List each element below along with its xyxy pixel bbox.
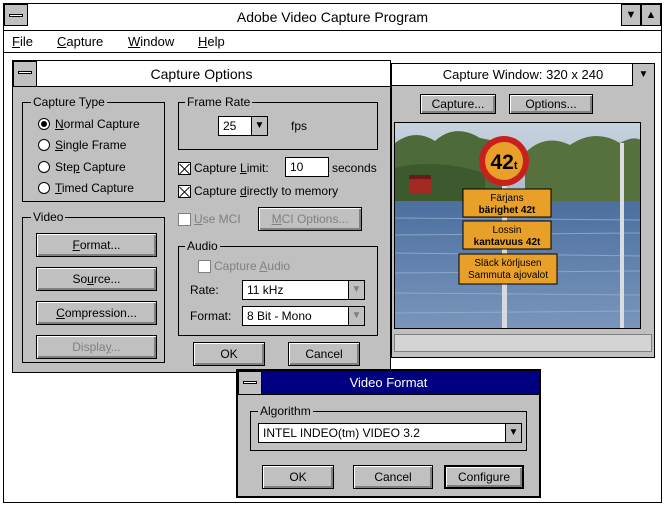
capture-button[interactable]: Capture... (420, 94, 496, 114)
capture-audio-checkbox[interactable] (198, 260, 211, 273)
compression-button[interactable]: Compression... (36, 301, 157, 325)
step-capture-radio[interactable] (38, 161, 50, 173)
single-frame-radio[interactable] (38, 139, 50, 151)
configure-button[interactable]: Configure (444, 465, 524, 489)
sign-plate-1-line-2: bärighet 42t (479, 205, 536, 216)
video-format-system-menu[interactable] (238, 371, 262, 395)
frame-rate-dropdown-icon[interactable]: ▼ (251, 117, 267, 135)
main-titlebar: Adobe Video Capture Program ▼ ▲ (3, 3, 662, 31)
maximize-button[interactable]: ▲ (641, 4, 661, 26)
use-mci-checkbox[interactable] (178, 213, 191, 226)
capture-audio-label[interactable]: Capture Audio (214, 258, 290, 274)
frame-rate-group (178, 102, 378, 150)
capture-window-chevron-down-icon[interactable]: ▼ (632, 64, 654, 86)
format-dropdown-icon[interactable]: ▼ (348, 307, 364, 325)
menu-help[interactable]: Help (198, 34, 225, 50)
source-button[interactable]: Source... (36, 267, 157, 291)
menu-file[interactable]: File (12, 34, 33, 50)
video-format-title: Video Format (238, 371, 539, 395)
options-button[interactable]: Options... (509, 94, 593, 114)
format-label: Format: (190, 309, 232, 323)
algorithm-dropdown-icon[interactable]: ▼ (505, 424, 521, 442)
format-button[interactable]: Format... (36, 233, 157, 257)
sign-plate-2-line-1: Lossin (493, 225, 522, 236)
sign-plate-1-line-1: Färjans (490, 193, 523, 204)
capture-limit-field[interactable]: 10 (285, 157, 329, 177)
sign-number: 42t (490, 151, 517, 174)
capture-limit-label[interactable]: Capture Limit: (194, 160, 269, 176)
video-format-dialog: Video Format Algorithm INTEL INDEO(tm) V… (236, 369, 541, 498)
video-format-cancel-button[interactable]: Cancel (353, 465, 433, 489)
capture-limit-checkbox[interactable] (178, 162, 191, 175)
rate-select[interactable]: 11 kHz ▼ (242, 280, 365, 300)
menu-window[interactable]: Window (128, 34, 174, 50)
video-group-label: Video (31, 210, 66, 224)
capture-window-title: Capture Window: 320 x 240 (392, 64, 654, 86)
frame-rate-field[interactable]: 25 ▼ (218, 116, 268, 136)
rate-label: Rate: (190, 283, 219, 297)
capture-memory-checkbox[interactable] (178, 185, 191, 198)
sign-plate-2-line-2: kantavuus 42t (474, 237, 541, 248)
mci-options-button[interactable]: MCI Options... (258, 207, 362, 231)
menu-capture[interactable]: Capture (57, 34, 103, 50)
video-format-ok-button[interactable]: OK (262, 465, 334, 489)
capture-options-system-menu[interactable] (13, 61, 37, 87)
normal-capture-radio[interactable] (38, 118, 50, 130)
normal-capture-label[interactable]: Normal Capture (55, 116, 140, 132)
sign-plate-3-line-1: Släck körljusen (474, 258, 541, 269)
capture-memory-label[interactable]: Capture directly to memory (194, 183, 338, 199)
algorithm-label: Algorithm (258, 404, 313, 418)
algorithm-select[interactable]: INTEL INDEO(tm) VIDEO 3.2 ▼ (258, 423, 522, 443)
capture-status-bar (394, 334, 652, 352)
capture-options-dialog: Capture Options Capture Type Normal Capt… (12, 60, 391, 373)
main-window-title: Adobe Video Capture Program (236, 9, 429, 25)
minimize-button[interactable]: ▼ (621, 4, 641, 26)
sign-plate-3-line-2: Sammuta ajovalot (468, 270, 548, 281)
capture-options-title: Capture Options (13, 61, 390, 87)
menu-bar: File Capture Window Help (3, 31, 662, 53)
timed-capture-radio[interactable] (38, 182, 50, 194)
single-frame-label[interactable]: Single Frame (55, 137, 126, 153)
timed-capture-label[interactable]: Timed Capture (55, 180, 134, 196)
audio-group-label: Audio (185, 239, 220, 253)
display-button[interactable]: Display... (36, 335, 157, 359)
rate-dropdown-icon[interactable]: ▼ (348, 281, 364, 299)
capture-type-label: Capture Type (31, 95, 107, 109)
fps-unit-label: fps (291, 119, 308, 133)
capture-options-ok-button[interactable]: OK (193, 342, 265, 366)
step-capture-label[interactable]: Step Capture (55, 159, 126, 175)
frame-rate-label: Frame Rate (185, 95, 253, 109)
use-mci-label[interactable]: Use MCI (194, 211, 241, 227)
seconds-unit-label: seconds (332, 161, 377, 175)
capture-window: Capture Window: 320 x 240 ▼ Capture... O… (391, 63, 655, 358)
video-preview-image: 42t Färjans bärighet 42t Lossin kantavuu… (395, 123, 640, 328)
capture-options-cancel-button[interactable]: Cancel (288, 342, 360, 366)
video-preview: 42t Färjans bärighet 42t Lossin kantavuu… (394, 122, 641, 329)
format-select[interactable]: 8 Bit - Mono ▼ (242, 306, 365, 326)
